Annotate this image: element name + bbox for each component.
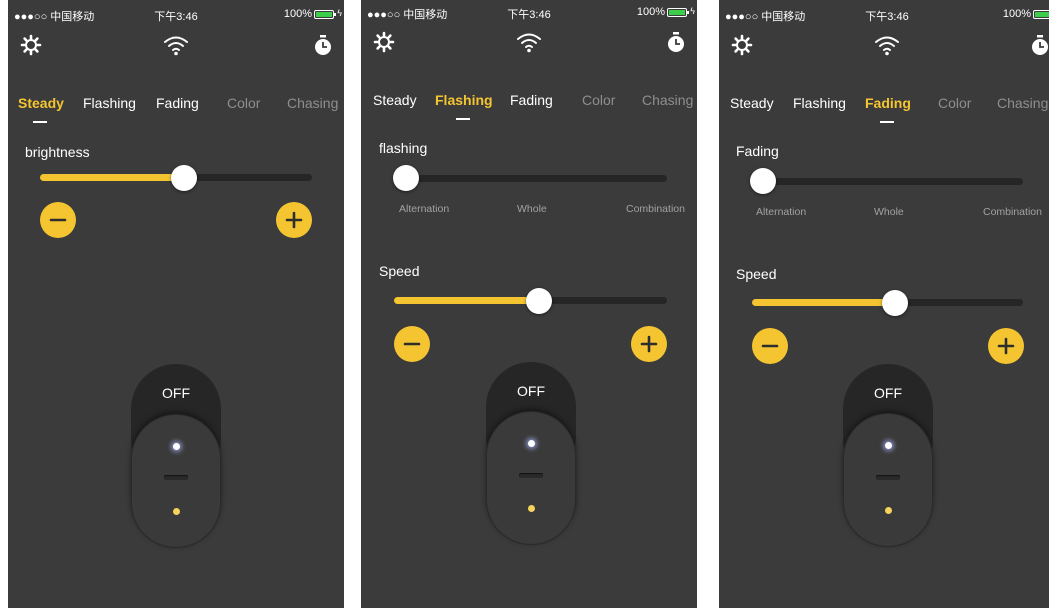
battery-icon — [314, 10, 336, 19]
plus-icon — [997, 337, 1015, 355]
tab-steady[interactable]: Steady — [730, 95, 774, 111]
tab-flashing[interactable]: Flashing — [83, 95, 136, 111]
decrease-button[interactable] — [40, 202, 76, 238]
tab-color[interactable]: Color — [227, 95, 260, 111]
decrease-speed-button[interactable] — [394, 326, 430, 362]
increase-speed-button[interactable] — [631, 326, 667, 362]
tab-flashing[interactable]: Flashing — [793, 95, 846, 111]
fading-mode-slider[interactable] — [752, 178, 1023, 185]
tab-color[interactable]: Color — [938, 95, 971, 111]
minus-icon — [761, 344, 779, 348]
tab-chasing[interactable]: Chasing — [642, 92, 693, 108]
tab-steady[interactable]: Steady — [18, 95, 64, 111]
active-tab-indicator — [456, 118, 470, 120]
increase-button[interactable] — [276, 202, 312, 238]
battery-icon — [667, 8, 689, 17]
speed-slider-thumb[interactable] — [526, 288, 552, 314]
screen-steady: ●●●○○ 中国移动 下午3:46 100% ϟ Steady Flashing… — [8, 0, 344, 608]
indicator-light-white — [528, 440, 535, 447]
settings-gear-icon[interactable] — [729, 32, 755, 58]
charging-icon: ϟ — [690, 6, 695, 16]
tab-steady[interactable]: Steady — [373, 92, 417, 108]
wifi-icon[interactable] — [874, 32, 900, 58]
wifi-icon[interactable] — [516, 29, 542, 55]
option-alternation[interactable]: Alternation — [399, 203, 449, 215]
active-tab-indicator — [880, 121, 894, 123]
indicator-light-white — [885, 442, 892, 449]
power-switch-knob[interactable] — [843, 413, 933, 547]
brightness-label: brightness — [25, 144, 90, 160]
option-combination[interactable]: Combination — [626, 203, 685, 215]
brightness-slider-fill — [40, 174, 185, 181]
speed-slider-fill — [394, 297, 539, 304]
timer-icon[interactable] — [663, 29, 689, 55]
indicator-light-white — [173, 443, 180, 450]
wifi-icon[interactable] — [163, 32, 189, 58]
status-bar: ●●●○○ 中国移动 下午3:46 100% ϟ — [8, 8, 344, 24]
flashing-mode-slider-thumb[interactable] — [393, 165, 419, 191]
battery-percent: 100% — [636, 6, 665, 18]
switch-grip — [876, 475, 900, 480]
tab-chasing[interactable]: Chasing — [287, 95, 338, 111]
screen-flashing: ●●●○○ 中国移动 下午3:46 100% ϟ Steady Flashing… — [361, 0, 697, 608]
speed-label: Speed — [736, 266, 777, 282]
brightness-slider-thumb[interactable] — [171, 165, 197, 191]
tab-fading[interactable]: Fading — [156, 95, 199, 111]
tab-chasing[interactable]: Chasing — [997, 95, 1048, 111]
settings-gear-icon[interactable] — [18, 32, 44, 58]
minus-icon — [49, 218, 67, 222]
tab-color[interactable]: Color — [582, 92, 615, 108]
power-off-label: OFF — [517, 383, 545, 399]
switch-grip — [164, 475, 188, 480]
switch-grip — [519, 473, 543, 478]
settings-gear-icon[interactable] — [371, 29, 397, 55]
power-switch-knob[interactable] — [131, 414, 221, 548]
speed-label: Speed — [379, 263, 420, 279]
speed-slider-thumb[interactable] — [882, 290, 908, 316]
fading-mode-label: Fading — [736, 143, 779, 159]
timer-icon[interactable] — [1027, 32, 1049, 58]
option-alternation[interactable]: Alternation — [756, 206, 806, 218]
minus-icon — [403, 342, 421, 346]
plus-icon — [640, 335, 658, 353]
screen-fading: ●●●○○ 中国移动 下午3:46 100% Steady Flashing F… — [719, 0, 1049, 608]
decrease-speed-button[interactable] — [752, 328, 788, 364]
battery-percent: 100% — [283, 8, 312, 20]
flashing-mode-label: flashing — [379, 140, 428, 156]
indicator-light-yellow — [885, 507, 892, 514]
fading-mode-slider-thumb[interactable] — [750, 168, 776, 194]
battery-icon — [1033, 10, 1049, 19]
active-tab-indicator — [33, 121, 47, 123]
tab-flashing[interactable]: Flashing — [435, 92, 493, 108]
power-off-label: OFF — [874, 385, 902, 401]
status-bar: ●●●○○ 中国移动 下午3:46 100% ϟ — [361, 6, 697, 22]
power-switch-knob[interactable] — [486, 411, 576, 545]
indicator-light-yellow — [528, 505, 535, 512]
flashing-mode-slider[interactable] — [394, 175, 667, 182]
charging-icon: ϟ — [337, 8, 342, 18]
power-off-label: OFF — [162, 385, 190, 401]
battery-percent: 100% — [1002, 8, 1031, 20]
speed-slider-fill — [752, 299, 896, 306]
plus-icon — [285, 211, 303, 229]
tab-fading[interactable]: Fading — [510, 92, 553, 108]
clock: 下午3:46 — [865, 11, 909, 23]
option-combination[interactable]: Combination — [983, 206, 1042, 218]
timer-icon[interactable] — [310, 32, 336, 58]
status-bar: ●●●○○ 中国移动 下午3:46 100% — [719, 8, 1049, 24]
tab-fading[interactable]: Fading — [865, 95, 911, 111]
indicator-light-yellow — [173, 508, 180, 515]
increase-speed-button[interactable] — [988, 328, 1024, 364]
option-whole[interactable]: Whole — [874, 206, 904, 218]
option-whole[interactable]: Whole — [517, 203, 547, 215]
